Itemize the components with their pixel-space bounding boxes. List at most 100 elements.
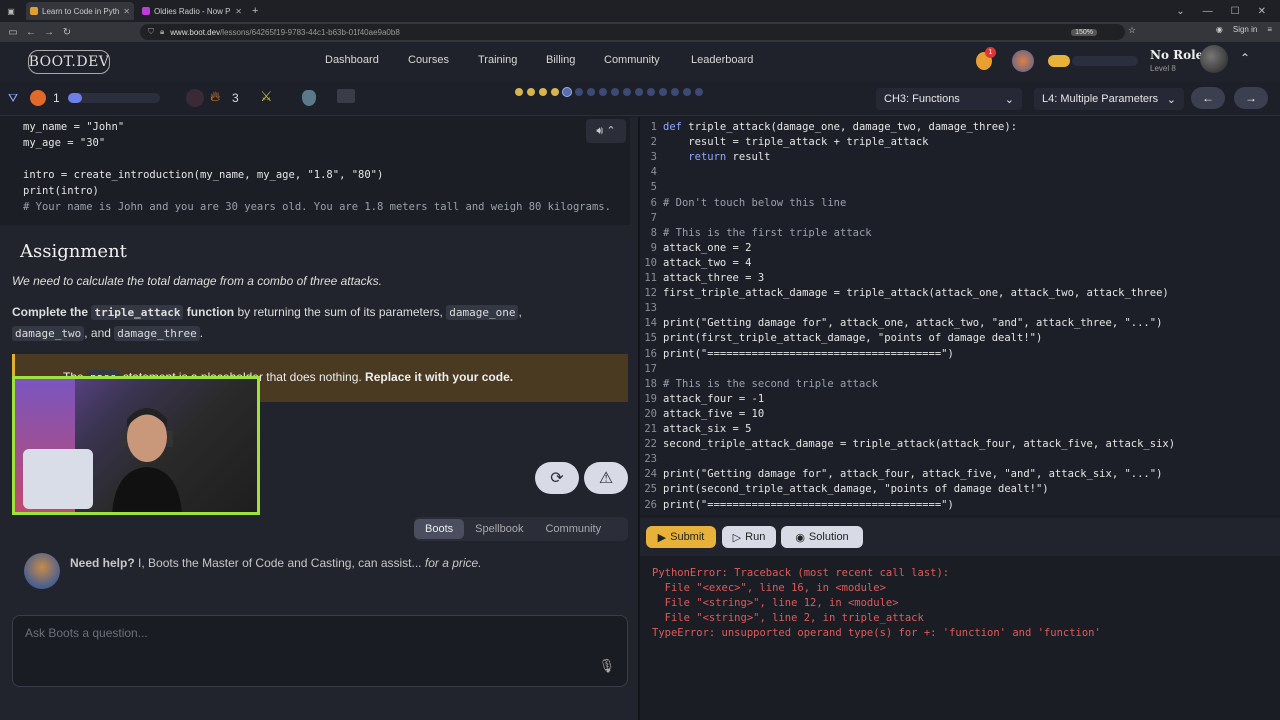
code-line[interactable]: print("Getting damage for", attack_four,… bbox=[663, 467, 1162, 482]
menu-icon[interactable]: ≡ bbox=[1267, 25, 1272, 34]
character-icon[interactable] bbox=[1012, 50, 1034, 72]
code-line[interactable]: first_triple_attack_damage = triple_atta… bbox=[663, 286, 1169, 301]
submit-button[interactable]: ▶ Submit bbox=[646, 526, 716, 548]
step-dot[interactable] bbox=[551, 88, 559, 96]
code-editor[interactable]: 1 def triple_attack(damage_one, damage_tw… bbox=[640, 117, 1280, 515]
chest-icon[interactable] bbox=[337, 89, 355, 103]
sword-icon[interactable]: ⚔ bbox=[260, 88, 273, 105]
code-line[interactable]: attack_one = 2 bbox=[663, 241, 752, 256]
step-dot[interactable] bbox=[671, 88, 679, 96]
address-bar[interactable]: ⛉ 🔒︎ www.boot.dev/lessons/64265f19-9783-… bbox=[140, 24, 1125, 40]
gold-token-icon[interactable] bbox=[1048, 55, 1070, 67]
back-icon[interactable]: ← bbox=[22, 27, 40, 38]
line-number: 11 bbox=[644, 272, 657, 284]
output-line: File "<exec>", line 16, in <module> bbox=[652, 582, 886, 594]
code-line[interactable]: # Don't touch below this line bbox=[663, 196, 846, 211]
step-dot[interactable] bbox=[575, 88, 583, 96]
solution-button[interactable]: ◉ Solution bbox=[781, 526, 863, 548]
nav-training[interactable]: Training bbox=[478, 54, 517, 66]
step-dot[interactable] bbox=[695, 88, 703, 96]
lock-icon: 🔒︎ bbox=[160, 27, 165, 36]
code-line[interactable]: print("Getting damage for", attack_one, … bbox=[663, 316, 1162, 331]
window-menu-icon[interactable]: ▣ bbox=[0, 0, 22, 22]
step-dot[interactable] bbox=[683, 88, 691, 96]
code-line[interactable]: print("=================================… bbox=[663, 347, 954, 362]
code-line[interactable]: def triple_attack(damage_one, damage_two… bbox=[663, 120, 1017, 135]
code-line[interactable]: second_triple_attack_damage = triple_att… bbox=[663, 437, 1175, 452]
step-dot[interactable] bbox=[623, 88, 631, 96]
minimize-icon[interactable]: — bbox=[1203, 6, 1213, 17]
star-icon[interactable]: ☆ bbox=[1128, 25, 1136, 36]
tab-community[interactable]: Community bbox=[534, 519, 612, 539]
chevron-down-icon[interactable]: ⌄ bbox=[1176, 6, 1184, 17]
code-line[interactable]: attack_three = 3 bbox=[663, 271, 764, 286]
code-line[interactable]: attack_two = 4 bbox=[663, 256, 752, 271]
account-icon: ◉ bbox=[1215, 25, 1223, 34]
code-line[interactable]: print(second_triple_attack_damage, "poin… bbox=[663, 482, 1049, 497]
run-button[interactable]: ▷ Run bbox=[722, 526, 776, 548]
step-dot[interactable] bbox=[599, 88, 607, 96]
bootdev-logo[interactable]: BOOT.DEV bbox=[28, 50, 110, 74]
prev-lesson-button[interactable]: ← bbox=[1191, 87, 1225, 109]
editor-scrollbar[interactable] bbox=[1270, 117, 1280, 515]
code-line[interactable]: attack_six = 5 bbox=[663, 422, 752, 437]
nav-dashboard[interactable]: Dashboard bbox=[325, 54, 379, 66]
close-tab-icon[interactable]: ✕ bbox=[235, 7, 242, 16]
sidebar-toggle-icon[interactable]: ▭ bbox=[4, 27, 22, 38]
wolf-icon: ⛛ bbox=[8, 91, 19, 105]
user-avatar[interactable] bbox=[1200, 45, 1228, 73]
step-dot[interactable] bbox=[647, 88, 655, 96]
code-line[interactable]: print("=================================… bbox=[663, 498, 954, 513]
signin-link[interactable]: Sign in bbox=[1233, 25, 1257, 34]
close-window-icon[interactable]: ✕ bbox=[1258, 6, 1266, 17]
step-dot[interactable] bbox=[635, 88, 643, 96]
step-dot[interactable] bbox=[611, 88, 619, 96]
audio-button[interactable]: 🔊︎ ⌃ bbox=[586, 119, 626, 143]
step-dot[interactable] bbox=[587, 88, 595, 96]
lesson-select[interactable]: L4: Multiple Parameters ⌄ bbox=[1034, 88, 1184, 110]
microphone-icon[interactable]: 🎙︎ bbox=[598, 658, 615, 674]
step-dot[interactable] bbox=[659, 88, 667, 96]
step-dot[interactable] bbox=[515, 88, 523, 96]
maximize-icon[interactable]: ☐ bbox=[1231, 6, 1240, 17]
code-line[interactable]: attack_four = -1 bbox=[663, 392, 764, 407]
forward-icon[interactable]: → bbox=[40, 27, 58, 38]
code-line: intro = create_introduction(my_name, my_… bbox=[23, 169, 384, 181]
step-dot[interactable] bbox=[539, 88, 547, 96]
ask-boots-input[interactable] bbox=[25, 624, 585, 642]
output-console: PythonError: Traceback (most recent call… bbox=[640, 556, 1280, 720]
code-line[interactable]: result = triple_attack + triple_attack bbox=[663, 135, 928, 150]
browser-tab-radio[interactable]: Oldies Radio - Now Play ✕ bbox=[138, 2, 246, 20]
nav-billing[interactable]: Billing bbox=[546, 54, 575, 66]
step-dot[interactable] bbox=[527, 88, 535, 96]
code-line[interactable]: # This is the second triple attack bbox=[663, 377, 878, 392]
reload-icon[interactable]: ↻ bbox=[58, 27, 76, 38]
example-code-block: my_name = "John" my_age = "30" ​ intro = cr… bbox=[0, 117, 630, 225]
next-lesson-button[interactable]: → bbox=[1234, 87, 1268, 109]
nav-community[interactable]: Community bbox=[604, 54, 660, 66]
flask-icon[interactable] bbox=[302, 90, 316, 106]
url-host: www.boot.dev bbox=[170, 27, 221, 37]
chevron-up-icon[interactable]: ⌃ bbox=[1240, 51, 1250, 65]
lesson-label: L4: Multiple Parameters bbox=[1042, 93, 1159, 105]
zoom-badge[interactable]: 150% bbox=[1071, 28, 1097, 36]
step-dot[interactable] bbox=[562, 87, 572, 97]
close-tab-icon[interactable]: ✕ bbox=[123, 7, 130, 16]
code-line[interactable]: return result bbox=[663, 150, 770, 165]
boots-help-text: Need help? I, Boots the Master of Code a… bbox=[70, 556, 482, 570]
report-issue-button[interactable]: ⚠ bbox=[584, 462, 628, 494]
code-line[interactable]: print(first_triple_attack_damage, "point… bbox=[663, 331, 1042, 346]
tab-boots[interactable]: Boots bbox=[414, 519, 465, 539]
line-number: 16 bbox=[644, 347, 657, 360]
code-line[interactable]: attack_five = 10 bbox=[663, 407, 764, 422]
nav-leaderboard[interactable]: Leaderboard bbox=[691, 54, 753, 66]
tab-spellbook[interactable]: Spellbook bbox=[464, 519, 534, 539]
nav-courses[interactable]: Courses bbox=[408, 54, 449, 66]
code-line[interactable]: # This is the first triple attack bbox=[663, 226, 872, 241]
user-box[interactable]: No Role Level 8 bbox=[1150, 48, 1203, 73]
line-number: 17 bbox=[644, 362, 657, 375]
browser-tab-python[interactable]: Learn to Code in Python: M ✕ bbox=[26, 2, 134, 20]
reset-button[interactable]: ⟳ bbox=[535, 462, 579, 494]
new-tab-icon[interactable]: + bbox=[252, 5, 258, 17]
chapter-select[interactable]: CH3: Functions ⌄ bbox=[876, 88, 1022, 110]
